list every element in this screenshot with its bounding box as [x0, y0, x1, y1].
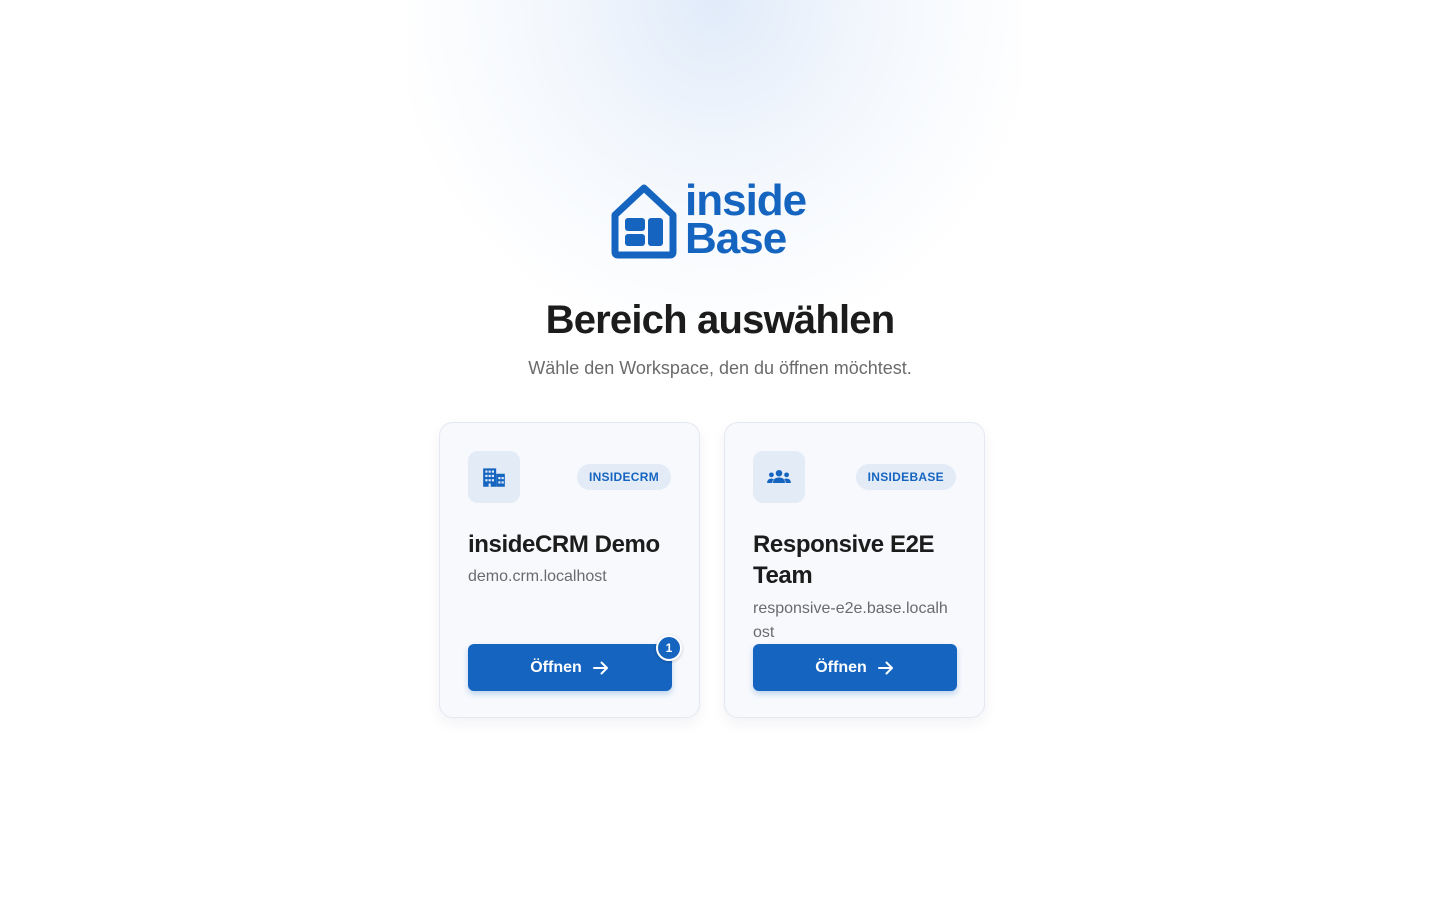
workspace-host: responsive-e2e.base.localhost	[753, 600, 948, 641]
product-badge: INSIDEBASE	[855, 464, 956, 490]
workspace-name: insideCRM Demo	[468, 531, 660, 558]
workspace-card-insidecrm: INSIDECRM insideCRM Demo demo.crm.localh…	[439, 422, 700, 718]
workspace-card-insidebase: INSIDEBASE Responsive E2E Team responsiv…	[724, 422, 985, 718]
background-glow	[408, 0, 1022, 330]
product-badge: INSIDECRM	[576, 464, 671, 490]
house-logo-icon	[611, 184, 677, 259]
insidebase-logo: inside Base	[609, 179, 821, 263]
page-title: Bereich auswählen	[545, 298, 896, 342]
team-icon	[753, 451, 805, 503]
open-button-label: Öffnen	[815, 658, 867, 676]
building-icon	[468, 451, 520, 503]
open-button-label: Öffnen	[530, 658, 582, 676]
workspace-name: Responsive E2E Team	[753, 531, 935, 589]
workspace-host: demo.crm.localhost	[468, 568, 607, 585]
notification-count-badge: 1	[656, 635, 682, 661]
logo-wordmark: inside Base	[685, 179, 807, 263]
workspace-selection-page: inside Base Bereich auswählen Wähle den …	[0, 0, 1440, 900]
arrow-right-icon	[592, 661, 608, 674]
open-workspace-button[interactable]: Öffnen	[753, 644, 957, 691]
logo-line-2: Base	[685, 214, 787, 263]
open-workspace-button[interactable]: Öffnen	[468, 644, 672, 691]
arrow-right-icon	[877, 661, 893, 674]
page-subtitle: Wähle den Workspace, den du öffnen möcht…	[528, 358, 912, 378]
